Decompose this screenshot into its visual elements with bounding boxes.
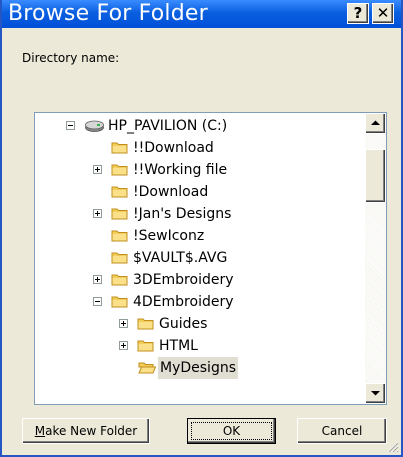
tree-item-working-file[interactable]: !!Working file (35, 159, 365, 181)
tree-item-vault-avg[interactable]: $VAULT$.AVG (35, 247, 365, 269)
tree-item-4dembroidery[interactable]: 4DEmbroidery (35, 291, 365, 313)
expand-icon[interactable] (93, 209, 102, 218)
tree-item-label: 3DEmbroidery (133, 272, 234, 288)
focus-rect (191, 422, 272, 440)
tree-item-label: 4DEmbroidery (133, 294, 234, 310)
mnemonic-char: M (34, 424, 46, 438)
drive-icon (85, 120, 104, 132)
tree-item-download-1[interactable]: !Download (35, 181, 365, 203)
folder-icon (111, 142, 128, 154)
title-bar[interactable]: Browse For Folder ? ✕ (2, 0, 401, 28)
expand-icon[interactable] (119, 341, 128, 350)
ok-button[interactable]: OK (187, 418, 276, 444)
collapse-icon[interactable] (93, 297, 102, 306)
close-button[interactable]: ✕ (372, 3, 394, 24)
folder-icon (111, 296, 128, 308)
tree-item-sewiconz[interactable]: !SewIconz (35, 225, 365, 247)
folder-tree-rows: HP_PAVILION (C:) !!Download !!Working fi… (35, 113, 365, 404)
expand-icon[interactable] (93, 275, 102, 284)
folder-tree[interactable]: HP_PAVILION (C:) !!Download !!Working fi… (34, 112, 387, 405)
expand-icon[interactable] (93, 165, 102, 174)
folder-open-icon (138, 362, 156, 374)
tree-item-download-2[interactable]: !!Download (35, 137, 365, 159)
folder-icon (111, 186, 128, 198)
tree-item-label: MyDesigns (158, 357, 238, 379)
expand-icon[interactable] (119, 319, 128, 328)
tree-item-label: !!Working file (133, 162, 228, 178)
folder-icon (137, 318, 154, 330)
tree-item-label: $VAULT$.AVG (133, 250, 228, 266)
resize-grip-icon[interactable] (385, 439, 399, 453)
make-new-folder-button[interactable]: Make New Folder (22, 418, 150, 444)
scroll-up-button[interactable] (365, 113, 386, 134)
tree-item-mydesigns[interactable]: MyDesigns (35, 357, 365, 379)
tree-item-jans-designs[interactable]: !Jan's Designs (35, 203, 365, 225)
folder-icon (137, 340, 154, 352)
scroll-down-button[interactable] (365, 383, 386, 404)
tree-item-label: !Download (133, 184, 209, 200)
tree-item-label: Guides (159, 316, 208, 332)
button-label: ake New Folder (45, 424, 138, 438)
folder-icon (111, 252, 128, 264)
tree-item-html[interactable]: HTML (35, 335, 365, 357)
tree-item-guides[interactable]: Guides (35, 313, 365, 335)
folder-icon (111, 274, 128, 286)
cancel-button[interactable]: Cancel (297, 418, 387, 444)
folder-icon (111, 208, 128, 220)
tree-item-label: HTML (159, 338, 198, 354)
tree-item-3dembroidery[interactable]: 3DEmbroidery (35, 269, 365, 291)
tree-item-label: !Jan's Designs (133, 206, 232, 222)
folder-icon (111, 164, 128, 176)
tree-item-label: !!Download (133, 140, 214, 156)
folder-icon (111, 230, 128, 242)
tree-item-hp-pavilion[interactable]: HP_PAVILION (C:) (35, 115, 365, 137)
help-button[interactable]: ? (347, 3, 369, 24)
button-label: Cancel (321, 424, 363, 438)
tree-item-label: HP_PAVILION (C:) (108, 118, 228, 134)
arrow-down-icon (371, 391, 380, 396)
scroll-thumb[interactable] (365, 149, 386, 203)
window-title: Browse For Folder (8, 1, 208, 26)
arrow-up-icon (371, 120, 380, 125)
directory-name-label: Directory name: (22, 51, 120, 65)
collapse-icon[interactable] (66, 121, 75, 130)
vertical-scrollbar[interactable] (365, 113, 386, 404)
tree-item-label: !SewIconz (133, 228, 205, 244)
browse-for-folder-dialog: Browse For Folder ? ✕ Directory name: HP… (0, 0, 403, 457)
